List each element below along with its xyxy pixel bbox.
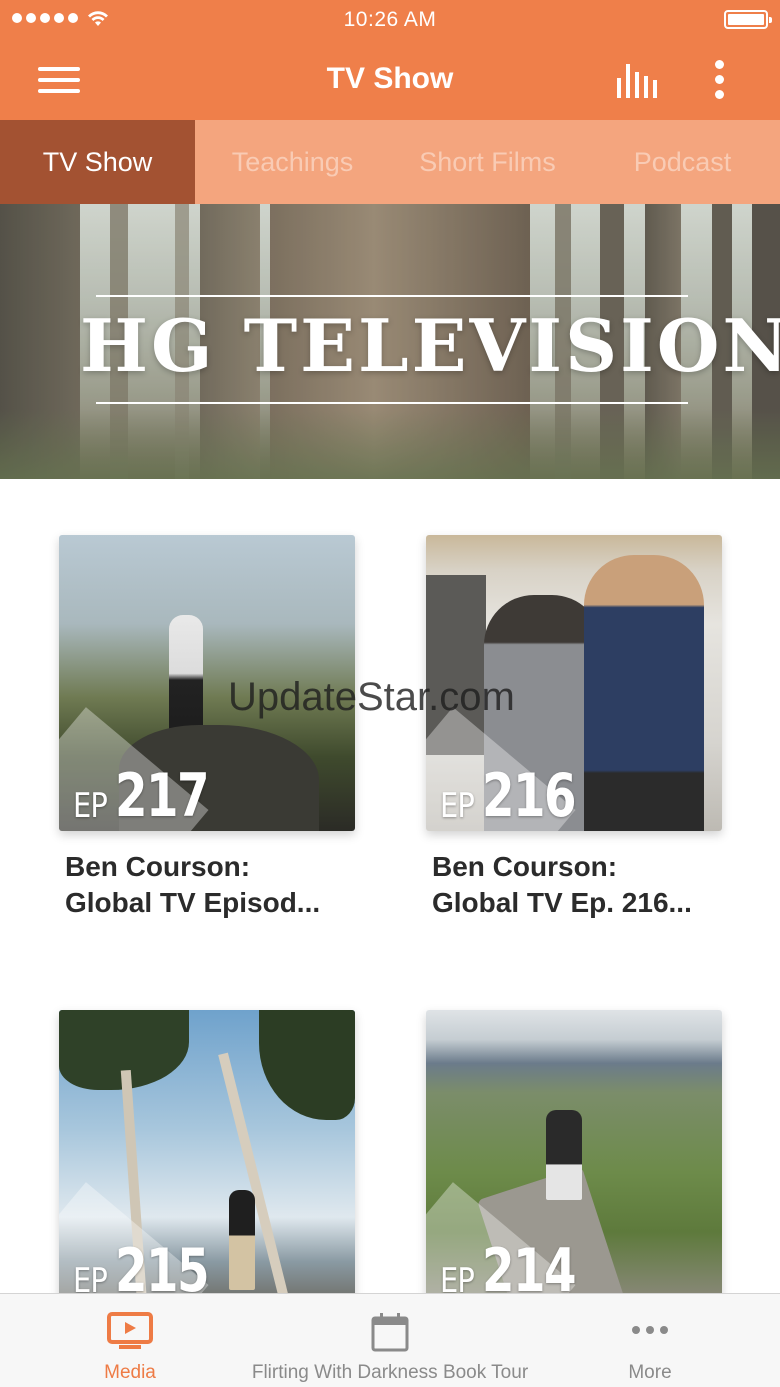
banner-title: HG TELEVISION: [80, 303, 780, 388]
bottom-tab-book-tour[interactable]: Flirting With Darkness Book Tour: [240, 1294, 540, 1387]
episode-number-label: EP 214: [440, 1236, 577, 1293]
battery-icon: [724, 10, 772, 29]
episode-title: Ben Courson: Global TV Episod...: [65, 851, 321, 918]
banner-rule-top: [96, 295, 688, 297]
page-title: TV Show: [326, 62, 454, 95]
tab-short-films[interactable]: Short Films: [390, 120, 585, 204]
episode-number-label: EP 216: [440, 761, 577, 831]
episode-thumbnail: EP 217: [59, 535, 355, 831]
more-options-icon[interactable]: [708, 58, 732, 102]
episode-grid: EP 217 Ben Courson: Global TV Episod... E…: [0, 479, 780, 1293]
tab-teachings[interactable]: Teachings: [195, 120, 390, 204]
bottom-tab-more[interactable]: More: [580, 1294, 720, 1387]
episode-card[interactable]: EP 217 Ben Courson: Global TV Episod...: [59, 535, 355, 921]
tab-tv-show[interactable]: TV Show: [0, 120, 195, 204]
episode-thumbnail: EP 214: [426, 1010, 722, 1293]
banner-rule-bottom: [96, 402, 688, 404]
episode-title: Ben Courson: Global TV Ep. 216...: [432, 851, 692, 918]
bottom-tab-label: Media: [104, 1362, 156, 1383]
calendar-icon: [371, 1313, 409, 1352]
episode-number-label: EP 215: [73, 1236, 210, 1293]
episode-card[interactable]: EP 215: [59, 1010, 355, 1293]
status-time: 10:26 AM: [343, 8, 437, 31]
episode-thumbnail: EP 216: [426, 535, 722, 831]
episode-card[interactable]: EP 216 Ben Courson: Global TV Ep. 216...: [426, 535, 722, 921]
more-dots-icon: [632, 1326, 668, 1334]
tv-icon: [107, 1312, 153, 1349]
navigation-bar: 10:26 AM TV Show: [0, 0, 780, 120]
episode-number-label: EP 217: [73, 761, 210, 831]
status-bar: 10:26 AM: [0, 0, 780, 40]
bottom-tab-label: More: [628, 1362, 672, 1383]
bottom-tab-media[interactable]: Media: [60, 1294, 200, 1387]
equalizer-bars-icon[interactable]: [614, 62, 662, 98]
episode-thumbnail: EP 215: [59, 1010, 355, 1293]
bottom-tab-bar: Media Flirting With Darkness Book Tour M…: [0, 1293, 780, 1387]
bottom-tab-label: Flirting With Darkness Book Tour: [251, 1362, 529, 1383]
tab-podcast[interactable]: Podcast: [585, 120, 780, 204]
category-tabs: TV Show Teachings Short Films Podcast: [0, 120, 780, 204]
episode-card[interactable]: EP 214: [426, 1010, 722, 1293]
